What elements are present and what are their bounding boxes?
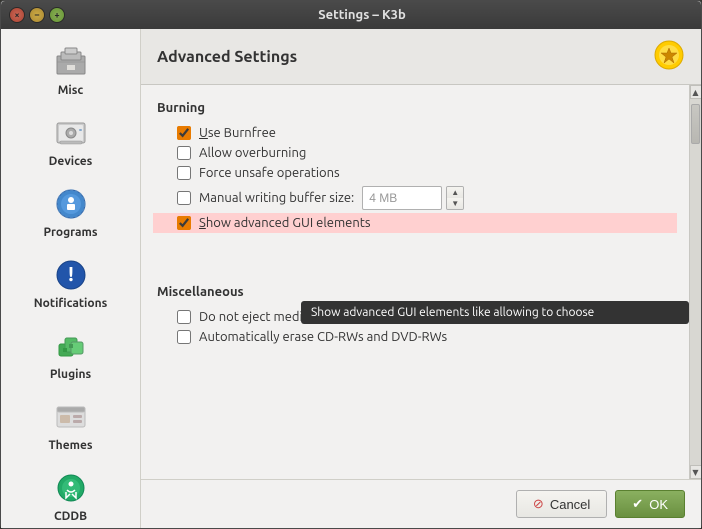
cancel-button[interactable]: ⊘ Cancel <box>516 490 607 518</box>
cddb-icon <box>51 468 91 508</box>
themes-icon <box>51 397 91 437</box>
misc-icon <box>51 42 91 82</box>
footer: ⊘ Cancel ✔ OK <box>141 479 701 528</box>
sidebar-item-cddb[interactable]: CDDB <box>4 460 137 528</box>
spin-down-button[interactable]: ▼ <box>447 198 463 209</box>
sidebar-item-plugins[interactable]: Plugins <box>4 318 137 387</box>
settings-window: × – + Settings – K3b Misc <box>0 0 702 529</box>
auto-erase-checkbox[interactable] <box>177 330 191 344</box>
unsafe-label: Force unsafe operations <box>199 166 340 180</box>
titlebar-buttons: × – + <box>9 7 65 23</box>
sidebar-item-themes[interactable]: Themes <box>4 389 137 458</box>
svg-text:!: ! <box>68 262 74 285</box>
maximize-button[interactable]: + <box>49 7 65 23</box>
no-eject-checkbox[interactable] <box>177 310 191 324</box>
sidebar-item-devices[interactable]: Devices <box>4 105 137 174</box>
devices-label: Devices <box>49 155 93 168</box>
panel-header-icon <box>653 39 685 74</box>
themes-label: Themes <box>48 439 92 452</box>
unsafe-checkbox[interactable] <box>177 166 191 180</box>
auto-erase-label: Automatically erase CD-RWs and DVD-RWs <box>199 330 447 344</box>
plugins-icon <box>51 326 91 366</box>
notifications-label: Notifications <box>34 297 108 310</box>
scroll-down-arrow[interactable]: ▼ <box>690 465 702 479</box>
spin-buttons: ▲ ▼ <box>446 186 464 210</box>
burning-section-title: Burning <box>157 101 673 115</box>
buffer-row: Manual writing buffer size: ▲ ▼ <box>157 183 673 213</box>
minimize-button[interactable]: – <box>29 7 45 23</box>
spin-up-button[interactable]: ▲ <box>447 187 463 198</box>
ok-label: OK <box>649 497 668 512</box>
gui-elements-row: Show advanced GUI elements <box>153 213 677 233</box>
misc-section-title: Miscellaneous <box>157 285 673 299</box>
tooltip: Show advanced GUI elements like allowing… <box>301 301 689 324</box>
window-title: Settings – K3b <box>71 8 653 22</box>
panel-content: Burning Use Burnfree Allow overburning <box>141 85 689 479</box>
overburning-row: Allow overburning <box>157 143 673 163</box>
close-button[interactable]: × <box>9 7 25 23</box>
overburning-label: Allow overburning <box>199 146 306 160</box>
ok-check-icon: ✔ <box>632 496 643 512</box>
scroll-up-arrow[interactable]: ▲ <box>690 85 702 99</box>
unsafe-row: Force unsafe operations <box>157 163 673 183</box>
panel-title: Advanced Settings <box>157 48 297 66</box>
cancel-icon: ⊘ <box>533 496 544 512</box>
burnfree-label: Use Burnfree <box>199 126 276 140</box>
burnfree-checkbox[interactable] <box>177 126 191 140</box>
sidebar: Misc Devices <box>1 29 141 528</box>
scroll-thumb[interactable] <box>691 104 700 144</box>
spin-container: ▲ ▼ <box>362 186 464 210</box>
buffer-checkbox[interactable] <box>177 191 191 205</box>
panel-header: Advanced Settings <box>141 29 701 85</box>
notifications-icon: ! <box>51 255 91 295</box>
overburning-checkbox[interactable] <box>177 146 191 160</box>
gui-elements-checkbox[interactable] <box>177 216 191 230</box>
ok-button[interactable]: ✔ OK <box>615 490 685 518</box>
plugins-label: Plugins <box>50 368 91 381</box>
cancel-label: Cancel <box>550 497 590 512</box>
programs-icon <box>51 184 91 224</box>
main-content: Misc Devices <box>1 29 701 528</box>
buffer-spin-input[interactable] <box>362 186 442 210</box>
cddb-label: CDDB <box>54 510 87 523</box>
buffer-label: Manual writing buffer size: <box>199 191 354 205</box>
scrollbar: ▲ ▼ <box>689 85 701 479</box>
gui-elements-label: Show advanced GUI elements <box>199 216 371 230</box>
sidebar-item-misc[interactable]: Misc <box>4 34 137 103</box>
main-panel: Advanced Settings Burning <box>141 29 701 528</box>
devices-icon <box>51 113 91 153</box>
panel-body: Burning Use Burnfree Allow overburning <box>141 85 701 479</box>
programs-label: Programs <box>43 226 97 239</box>
burnfree-row: Use Burnfree <box>157 123 673 143</box>
auto-erase-row: Automatically erase CD-RWs and DVD-RWs <box>157 327 673 347</box>
misc-label: Misc <box>58 84 84 97</box>
sidebar-item-notifications[interactable]: ! Notifications <box>4 247 137 316</box>
titlebar: × – + Settings – K3b <box>1 1 701 29</box>
sidebar-item-programs[interactable]: Programs <box>4 176 137 245</box>
scroll-thumb-area <box>690 99 701 465</box>
